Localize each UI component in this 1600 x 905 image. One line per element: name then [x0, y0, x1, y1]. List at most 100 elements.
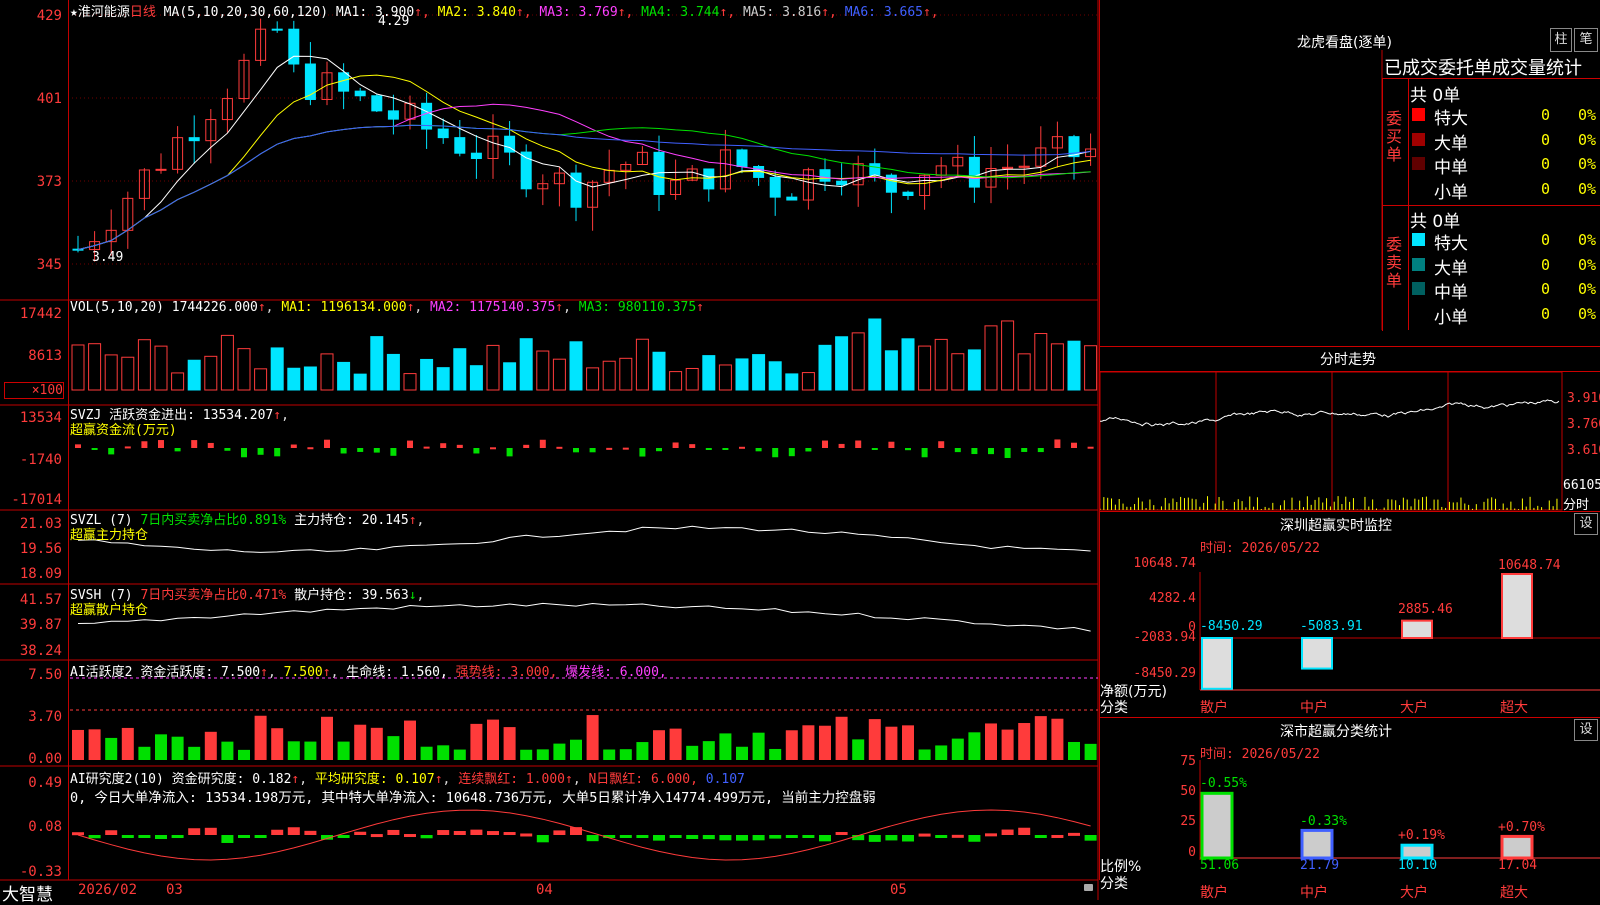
sell-row-name-4: 小单: [1434, 307, 1468, 328]
class-cat-4: 超大: [1500, 885, 1528, 901]
fenshi-price-line: [1100, 399, 1560, 427]
order-divider-v: [1408, 78, 1409, 330]
monitor-axis-label-2: 4282.4: [1149, 591, 1196, 606]
class-time: 时间: 2026/05/22: [1200, 747, 1320, 762]
ma-list: MA1: 3.900↑, MA2: 3.840↑, MA3: 3.769↑, M…: [335, 5, 939, 20]
svsh-axis-1: 41.57: [19, 592, 62, 608]
buy-row-swatch-2: [1412, 132, 1425, 146]
monitor-axis-label-5: -8450.29: [1133, 666, 1196, 681]
ma-value-6: MA6: 3.665: [844, 5, 923, 20]
ai2-axis-3: -0.33: [19, 864, 62, 880]
sell-row-swatch-2: [1412, 257, 1425, 271]
sell-orders-label: 委卖单: [1386, 235, 1403, 290]
buy-orders-label: 委买单: [1386, 109, 1403, 164]
buy-row-pct-3: 0%: [1578, 155, 1597, 173]
monitor-bar-超大: [1501, 573, 1533, 639]
buy-row-swatch-3: [1412, 157, 1425, 170]
ai2-axis-1: 0.49: [28, 775, 62, 791]
tick-view-button[interactable]: 笔: [1574, 28, 1598, 52]
svzl-axis-3: 18.09: [19, 566, 62, 582]
low-mark: 3.49: [92, 250, 124, 265]
tongji-title: 已成交委托单成交量统计: [1384, 58, 1582, 79]
svzl-axis-2: 19.56: [19, 541, 62, 557]
class-value-2: 21.79: [1300, 858, 1340, 873]
monitor-value-3: 2885.46: [1398, 602, 1453, 617]
date-label-2: 03: [166, 882, 183, 898]
sell-row-pct-1: 0%: [1578, 231, 1597, 249]
class-change-3: +0.19%: [1398, 828, 1445, 843]
price-axis-1: 429: [36, 8, 62, 24]
class-settings-button[interactable]: 设: [1574, 719, 1598, 741]
ai1-axis-1: 7.50: [28, 667, 62, 683]
class-bar-中户: [1300, 828, 1334, 860]
class-bar-超大: [1500, 834, 1534, 860]
fenshi-axis-3: 3.610: [1567, 443, 1600, 458]
class-change-4: +0.70%: [1498, 820, 1545, 835]
brand-label[interactable]: 大智慧: [2, 880, 53, 905]
buy-row-swatch-4: [1412, 181, 1425, 195]
ai1-axis-2: 3.70: [28, 709, 62, 725]
ai2-summary: 0, 今日大单净流入: 13534.198万元, 其中特大单净流入: 10648…: [70, 790, 876, 806]
buy-row-pct-2: 0%: [1578, 130, 1597, 149]
buy-row-pct-1: 0%: [1578, 106, 1597, 124]
price-header: ★淮河能源日线 MA(5,10,20,30,60,120) MA1: 3.900…: [70, 1, 939, 20]
monitor-axis-label-1: 10648.74: [1133, 556, 1196, 571]
ai1-header: AI活跃度2 资金活跃度: 7.500↑, 7.500↑, 生命线: 1.560…: [70, 665, 667, 680]
stock-name[interactable]: ★淮河能源: [70, 5, 130, 20]
lhb-title: 龙虎看盘(逐单): [1297, 35, 1392, 51]
lock-icon[interactable]: [1084, 884, 1093, 891]
sell-row-pct-3: 0%: [1578, 280, 1597, 298]
price-axis-2: 401: [36, 91, 62, 107]
class-axis-label-2: 50: [1180, 784, 1196, 799]
ai2-header: AI研究度2(10) 资金研究度: 0.182↑, 平均研究度: 0.107↑,…: [70, 772, 745, 787]
buy-row-swatch-1: [1412, 108, 1425, 121]
price-axis-3: 373: [36, 174, 62, 190]
class-title: 深市超赢分类统计: [1280, 724, 1392, 740]
column-view-button[interactable]: 柱: [1550, 28, 1572, 52]
svzj-sub: 超赢资金流(万元): [70, 423, 177, 438]
sell-row-swatch-1: [1412, 233, 1425, 246]
fenshi-frame: [1099, 371, 1563, 511]
vol-axis-unit: ×100: [4, 382, 64, 399]
ma-value-3: MA3: 3.769: [539, 5, 618, 20]
fenshi-axis-1: 3.910: [1567, 391, 1600, 406]
date-label-3: 04: [536, 882, 553, 898]
sell-row-name-3: 中单: [1434, 283, 1468, 303]
sell-row-swatch-3: [1412, 282, 1425, 295]
buy-row-name-3: 中单: [1434, 158, 1468, 178]
monitor-bar-中户: [1301, 637, 1333, 670]
vol-axis-1: 17442: [19, 306, 62, 322]
high-mark: 4.29: [378, 14, 410, 29]
monitor-cat-4: 超大: [1500, 700, 1528, 716]
sell-row-count-1: 0: [1541, 231, 1551, 249]
buy-row-name-1: 特大: [1434, 109, 1468, 129]
period-label[interactable]: 日线: [130, 5, 156, 20]
price-axis-4: 345: [36, 257, 62, 273]
left-panel-border: [68, 0, 1100, 880]
sell-row-count-3: 0: [1541, 280, 1551, 298]
class-value-3: 10.10: [1398, 858, 1438, 873]
monitor-cat-2: 中户: [1300, 700, 1328, 716]
class-axis-label-1: 75: [1180, 754, 1196, 769]
monitor-xlabel: 分类: [1100, 700, 1128, 716]
svsh-axis-3: 38.24: [19, 643, 62, 659]
date-label-4: 05: [890, 882, 907, 898]
class-axis-label-3: 25: [1180, 814, 1196, 829]
sell-row-count-2: 0: [1541, 255, 1551, 274]
class-value-1: 51.06: [1200, 858, 1240, 873]
sell-row-name-1: 特大: [1434, 234, 1468, 254]
fenshi-title[interactable]: 分时走势: [1320, 349, 1376, 369]
class-bar-大户: [1400, 843, 1434, 860]
sell-row-count-4: 0: [1541, 304, 1551, 323]
class-cat-2: 中户: [1300, 885, 1328, 901]
buy-row-name-4: 小单: [1434, 182, 1468, 203]
monitor-title: 深圳超赢实时监控: [1280, 518, 1392, 534]
buy-row-count-2: 0: [1541, 130, 1551, 149]
ma-value-5: MA5: 3.816: [742, 5, 822, 20]
sell-row-pct-4: 0%: [1578, 304, 1597, 323]
monitor-cat-3: 大户: [1400, 700, 1428, 716]
ma-title: MA(5,10,20,30,60,120): [163, 5, 329, 20]
monitor-settings-button[interactable]: 设: [1574, 513, 1598, 535]
class-cat-1: 散户: [1200, 885, 1228, 901]
ma-value-2: MA2: 3.840: [437, 5, 516, 20]
